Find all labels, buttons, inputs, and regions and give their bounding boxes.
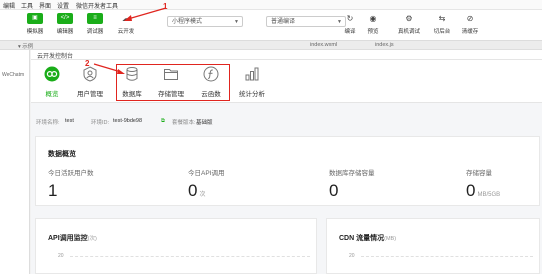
nav-users-label: 用户管理 xyxy=(77,91,103,98)
menu-settings[interactable]: 设置 xyxy=(57,1,69,10)
clear-cache-button[interactable]: ⊘ 清缓存 xyxy=(456,13,484,35)
remote-debug-label: 真机调试 xyxy=(397,29,420,35)
menu-edit[interactable]: 编辑 xyxy=(3,1,15,10)
cdn-card-unit: (MB) xyxy=(384,236,397,242)
metric-value: 0 xyxy=(329,181,339,200)
simulator-title: WeChatm xyxy=(2,72,25,78)
nav-overview[interactable]: 概览 xyxy=(35,66,69,98)
debugger-icon: ≡ xyxy=(87,13,103,24)
compile-select[interactable]: 普通编译 ▼ xyxy=(266,16,346,27)
simulator-icon: ▣ xyxy=(27,13,43,24)
switch-icon: ⇆ xyxy=(438,14,446,23)
env-id-value: test-9bde98 xyxy=(113,118,143,124)
metric-value: 0 xyxy=(466,181,476,200)
clear-cache-label: 清缓存 xyxy=(461,29,479,35)
env-plan-label: 套餐版本: xyxy=(172,120,196,126)
editor-tabs-row: ▾ 示例 index.wxml index.js xyxy=(0,41,542,50)
overview-card: 数据概览 今日活跃用户数 1 今日API调用 0次 数据库存储容量 0 存储容量… xyxy=(35,136,540,206)
nav-statistics-label: 统计分析 xyxy=(239,91,265,98)
menu-interface[interactable]: 界面 xyxy=(39,1,51,10)
menu-tools[interactable]: 工具 xyxy=(21,1,33,10)
cloud-dev-label: 云开发 xyxy=(117,29,135,35)
api-monitor-card: API调用监控(次) 20 xyxy=(35,218,317,274)
api-card-title: API调用监控 xyxy=(48,235,88,242)
annotation-2: 2 xyxy=(85,59,90,68)
window-titlebar: 云开发控制台 xyxy=(31,50,542,60)
tab-example[interactable]: ▾ 示例 xyxy=(18,42,33,50)
menu-bar: 编辑 工具 界面 设置 微信开发者工具 xyxy=(0,0,542,10)
simulator-panel: WeChatm xyxy=(0,50,30,274)
metric-unit: 次 xyxy=(199,192,206,198)
metric-label: 今日API调用 xyxy=(188,170,225,177)
env-name-value: test xyxy=(65,118,74,124)
overview-icon xyxy=(44,66,60,82)
api-axis-tick: 20 xyxy=(58,253,64,259)
metric-label: 今日活跃用户数 xyxy=(48,170,94,177)
debugger-button[interactable]: ≡ 调试器 xyxy=(80,13,110,35)
eye-icon: ◉ xyxy=(369,14,377,23)
metric-label: 存储容量 xyxy=(466,170,492,177)
chart-icon xyxy=(245,67,259,81)
compile-select-value: 普通编译 xyxy=(271,19,296,25)
mode-select[interactable]: 小程序模式 ▼ xyxy=(167,16,243,27)
mode-select-value: 小程序模式 xyxy=(172,19,203,25)
clear-icon: ⊘ xyxy=(466,14,474,23)
debugger-label: 调试器 xyxy=(86,29,104,35)
metric-label: 数据库存储容量 xyxy=(329,170,375,177)
cdn-traffic-card: CDN 流量情况(MB) 20 xyxy=(326,218,540,274)
gridline xyxy=(361,256,533,257)
background-label: 切后台 xyxy=(433,29,451,35)
env-plan-value: 基础版 xyxy=(196,120,213,126)
window-title: 云开发控制台 xyxy=(37,54,74,60)
simulator-button[interactable]: ▣ 模拟器 xyxy=(20,13,50,35)
metric-unit: MB/5GB xyxy=(477,192,501,198)
metric-active-users: 今日活跃用户数 1 xyxy=(48,167,94,201)
gear-icon: ⚙ xyxy=(405,14,413,23)
gridline xyxy=(70,256,310,257)
editor-label: 编辑器 xyxy=(56,29,74,35)
annotation-arrow-2 xyxy=(93,63,125,74)
refresh-icon: ↻ xyxy=(346,14,354,23)
editor-button[interactable]: </> 编辑器 xyxy=(50,13,80,35)
menu-devtools[interactable]: 微信开发者工具 xyxy=(76,1,118,10)
cdn-card-title: CDN 流量情况 xyxy=(339,235,385,242)
cdn-axis-tick: 20 xyxy=(349,253,355,259)
preview-label: 预览 xyxy=(367,29,379,35)
env-name-label: 环境名称: xyxy=(36,120,60,126)
code-icon: </> xyxy=(57,13,73,24)
api-card-unit: (次) xyxy=(87,236,97,242)
remote-debug-button[interactable]: ⚙ 真机调试 xyxy=(392,13,426,35)
chevron-down-icon: ▼ xyxy=(234,19,239,25)
cloud-console-window: 云开发控制台 概览 用户管理 数据库 存储管理 云函数 统计分析 2 环境名称:… xyxy=(31,50,542,274)
metric-storage: 存储容量 0 MB/5GB xyxy=(466,167,500,201)
metric-api-calls: 今日API调用 0次 xyxy=(188,167,224,201)
env-id-label: 环境ID: xyxy=(91,120,110,126)
copy-icon[interactable]: ⧉ xyxy=(161,118,165,125)
metric-db-storage: 数据库存储容量 0 xyxy=(329,167,375,201)
background-button[interactable]: ⇆ 切后台 xyxy=(428,13,456,35)
tab-index-js[interactable]: index.js xyxy=(375,42,394,48)
simulator-label: 模拟器 xyxy=(26,29,44,35)
annotation-arrow-1 xyxy=(124,7,167,21)
annotation-highlight-box xyxy=(116,64,230,101)
nav-statistics[interactable]: 统计分析 xyxy=(235,66,269,98)
toolbar: ▣ 模拟器 </> 编辑器 ≡ 调试器 ☁ 云开发 小程序模式 ▼ 普通编译 ▼… xyxy=(0,10,542,41)
metric-value: 1 xyxy=(48,181,58,200)
tab-index-wxml[interactable]: index.wxml xyxy=(310,42,337,48)
environment-info: 环境名称: test 环境ID: test-9bde98 ⧉ 套餐版本: 基础版 xyxy=(31,103,542,135)
nav-overview-label: 概览 xyxy=(45,91,59,98)
overview-title: 数据概览 xyxy=(48,151,76,158)
metric-value: 0 xyxy=(188,181,198,200)
preview-button[interactable]: ◉ 预览 xyxy=(360,13,386,35)
